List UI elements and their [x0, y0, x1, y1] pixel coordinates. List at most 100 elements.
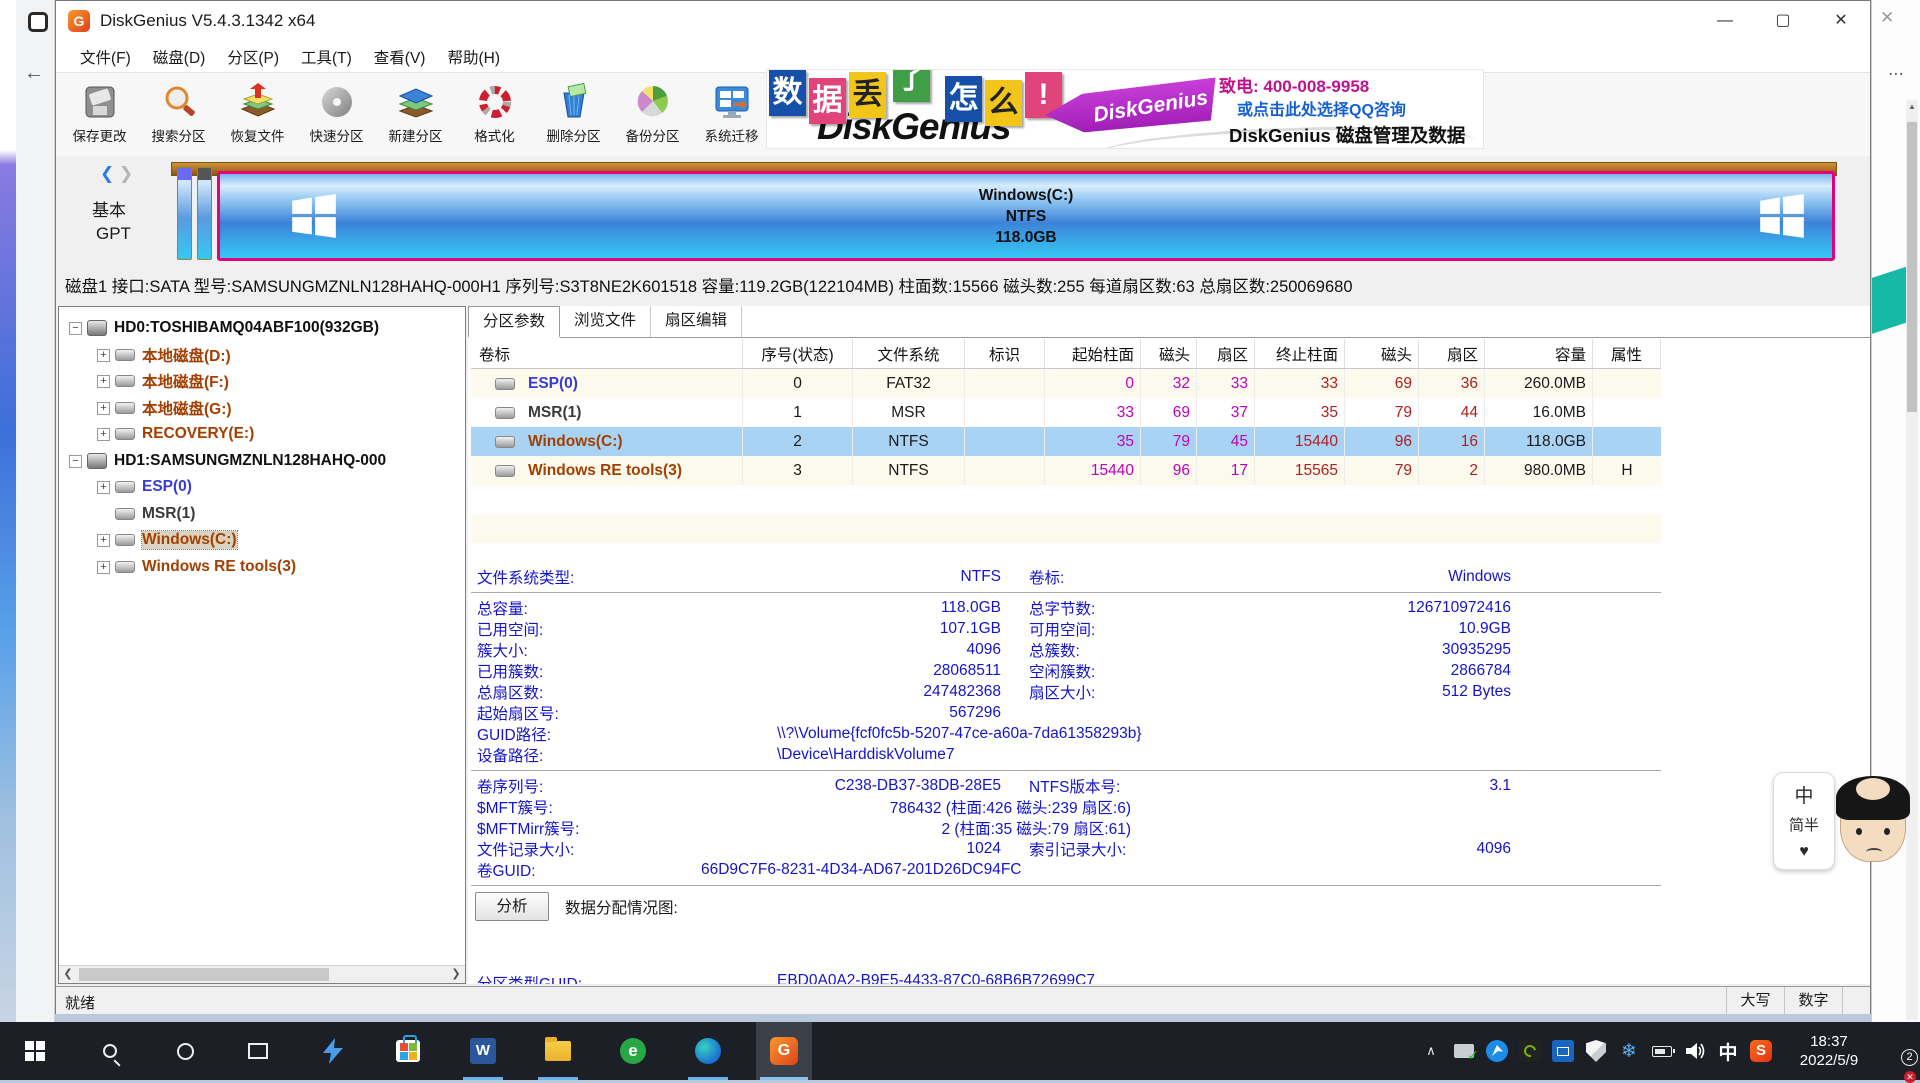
save-changes-button[interactable]: 保存更改: [60, 73, 139, 153]
browser-menu-icon[interactable]: ⋯: [1888, 64, 1905, 84]
drive-icon: [115, 349, 135, 361]
taskbar-app-browser360[interactable]: e: [609, 1022, 657, 1080]
delete-partition-button[interactable]: 删除分区: [534, 73, 613, 153]
messenger-tray-icon[interactable]: [1486, 1040, 1508, 1062]
battery-tray-icon[interactable]: [1651, 1040, 1673, 1062]
taskbar-app-lightning[interactable]: [309, 1022, 357, 1080]
input-method-sticker[interactable]: 中 简半 ♥: [1773, 772, 1835, 870]
table-row-empty: [471, 514, 1661, 543]
taskbar-search-button[interactable]: [86, 1022, 134, 1080]
scroll-right-icon[interactable]: ❯: [447, 966, 465, 983]
expand-icon[interactable]: [97, 561, 110, 574]
taskbar-clock[interactable]: 18:37 2022/5/9: [1783, 1032, 1875, 1070]
input-language-indicator[interactable]: 中: [1717, 1040, 1739, 1062]
volume-tray-icon[interactable]: [1684, 1040, 1706, 1062]
taskbar-app-explorer[interactable]: [534, 1022, 582, 1080]
tab-partition-params[interactable]: 分区参数: [468, 306, 560, 338]
expand-icon[interactable]: [97, 349, 110, 362]
expand-icon[interactable]: [97, 375, 110, 388]
tree-item-local-f[interactable]: 本地磁盘(F:): [59, 368, 465, 394]
vol-label-label: 卷标:: [1001, 566, 1231, 588]
tree-item-msr[interactable]: MSR(1): [59, 501, 465, 527]
tree-item-local-g[interactable]: 本地磁盘(G:): [59, 395, 465, 421]
printer-tray-icon[interactable]: [1453, 1040, 1475, 1062]
intel-graphics-tray-icon[interactable]: [1552, 1040, 1574, 1062]
windows-c-partition-bar[interactable]: Windows(C:) NTFS 118.0GB: [217, 171, 1835, 261]
background-close-icon[interactable]: ✕: [1880, 8, 1894, 28]
scroll-up-icon[interactable]: ▲: [1906, 100, 1918, 114]
taskbar-app-edge[interactable]: [684, 1022, 732, 1080]
tree-item-windows-c[interactable]: Windows(C:): [59, 527, 465, 553]
collapse-icon[interactable]: [69, 322, 82, 335]
menu-partition[interactable]: 分区(P): [217, 42, 289, 72]
msr-partition-bar[interactable]: [197, 167, 212, 260]
analyze-button[interactable]: 分析: [475, 892, 549, 921]
tree-horizontal-scrollbar[interactable]: ❮ ❯: [59, 965, 465, 983]
sogou-tray-icon[interactable]: S: [1750, 1040, 1772, 1062]
expand-icon[interactable]: [97, 534, 110, 547]
backup-partition-button[interactable]: 备份分区: [613, 73, 692, 153]
maximize-button[interactable]: ▢: [1754, 1, 1812, 41]
taskbar-app-diskgenius[interactable]: G: [756, 1022, 812, 1080]
banner-qq-link[interactable]: 或点击此处选择QQ咨询: [1237, 96, 1406, 120]
browser-back-icon[interactable]: ←: [24, 62, 44, 85]
prev-disk-icon[interactable]: ❮: [100, 164, 114, 183]
new-partition-button[interactable]: 新建分区: [376, 73, 455, 153]
system-migration-icon: [709, 82, 755, 122]
quick-partition-icon: [314, 82, 360, 122]
nvidia-tray-icon[interactable]: [1519, 1040, 1541, 1062]
expand-icon[interactable]: [97, 428, 110, 441]
banner-tile: 么: [985, 80, 1022, 126]
tree-item-hd1[interactable]: HD1:SAMSUNGMZNLN128HAHQ-000: [59, 448, 465, 474]
minimize-button[interactable]: —: [1696, 1, 1754, 41]
windows-logo-icon: [1758, 192, 1806, 240]
cortana-button[interactable]: [161, 1022, 209, 1080]
esp-partition-bar[interactable]: [177, 167, 192, 260]
system-migration-button[interactable]: 系统迁移: [692, 73, 771, 153]
tree-item-hd0[interactable]: HD0:TOSHIBAMQ04ABF100(932GB): [59, 315, 465, 341]
format-icon: [472, 82, 518, 122]
desktop-wallpaper-strip: [0, 0, 16, 1022]
background-scroll-thumb[interactable]: [1907, 122, 1917, 412]
next-disk-icon[interactable]: ❯: [119, 164, 133, 183]
tree-item-recovery-e[interactable]: RECOVERY(E:): [59, 421, 465, 447]
browser-tab-icon: [28, 12, 48, 32]
tree-item-esp[interactable]: ESP(0): [59, 474, 465, 500]
tree-item-local-d[interactable]: 本地磁盘(D:): [59, 342, 465, 368]
taskbar-app-word[interactable]: W: [459, 1022, 507, 1080]
quick-partition-button[interactable]: 快速分区: [297, 73, 376, 153]
menu-view[interactable]: 查看(V): [364, 42, 436, 72]
tab-sector-edit[interactable]: 扇区编辑: [651, 306, 742, 337]
drive-icon: [115, 402, 135, 414]
scroll-thumb[interactable]: [79, 968, 329, 981]
expand-icon[interactable]: [97, 481, 110, 494]
tray-overflow-icon[interactable]: ∧: [1420, 1040, 1442, 1062]
action-center-button[interactable]: 2: [1886, 1040, 1912, 1062]
menu-disk[interactable]: 磁盘(D): [143, 42, 216, 72]
table-row-esp[interactable]: ESP(0) 0 FAT32 0 32 33 33 69 36 260.0MB: [471, 369, 1661, 398]
menu-file[interactable]: 文件(F): [70, 42, 141, 72]
expand-icon[interactable]: [97, 402, 110, 415]
start-button[interactable]: [11, 1022, 59, 1080]
tab-browse-files[interactable]: 浏览文件: [560, 306, 651, 337]
close-button[interactable]: ✕: [1812, 1, 1870, 41]
titlebar[interactable]: G DiskGenius V5.4.3.1342 x64 — ▢ ✕: [56, 1, 1870, 41]
scroll-left-icon[interactable]: ❮: [59, 966, 77, 983]
task-view-button[interactable]: [234, 1022, 282, 1080]
taskbar-app-store[interactable]: [384, 1022, 432, 1080]
search-partition-button[interactable]: 搜索分区: [139, 73, 218, 153]
table-header[interactable]: 卷标 序号(状态) 文件系统 标识 起始柱面 磁头 扇区 终止柱面 磁头 扇区 …: [471, 339, 1661, 369]
tree-item-windows-re[interactable]: Windows RE tools(3): [59, 554, 465, 580]
table-row-msr[interactable]: MSR(1) 1 MSR 33 69 37 35 79 44 16.0MB: [471, 398, 1661, 427]
format-button[interactable]: 格式化: [455, 73, 534, 153]
thunder-tray-icon[interactable]: ❄: [1618, 1040, 1640, 1062]
recover-files-button[interactable]: 恢复文件: [218, 73, 297, 153]
vol-label-value: Windows: [1231, 568, 1511, 586]
promo-banner[interactable]: DiskGenius 数 据 丢 了 怎 么 ! DiskGenius 致电: …: [766, 69, 1484, 149]
menu-help[interactable]: 帮助(H): [437, 42, 510, 72]
collapse-icon[interactable]: [69, 455, 82, 468]
table-row-windows-c[interactable]: Windows(C:) 2 NTFS 35 79 45 15440 96 16 …: [471, 427, 1661, 456]
menu-tools[interactable]: 工具(T): [291, 42, 362, 72]
defender-tray-icon[interactable]: ✕: [1585, 1040, 1607, 1062]
table-row-windows-re[interactable]: Windows RE tools(3) 3 NTFS 15440 96 17 1…: [471, 456, 1661, 485]
